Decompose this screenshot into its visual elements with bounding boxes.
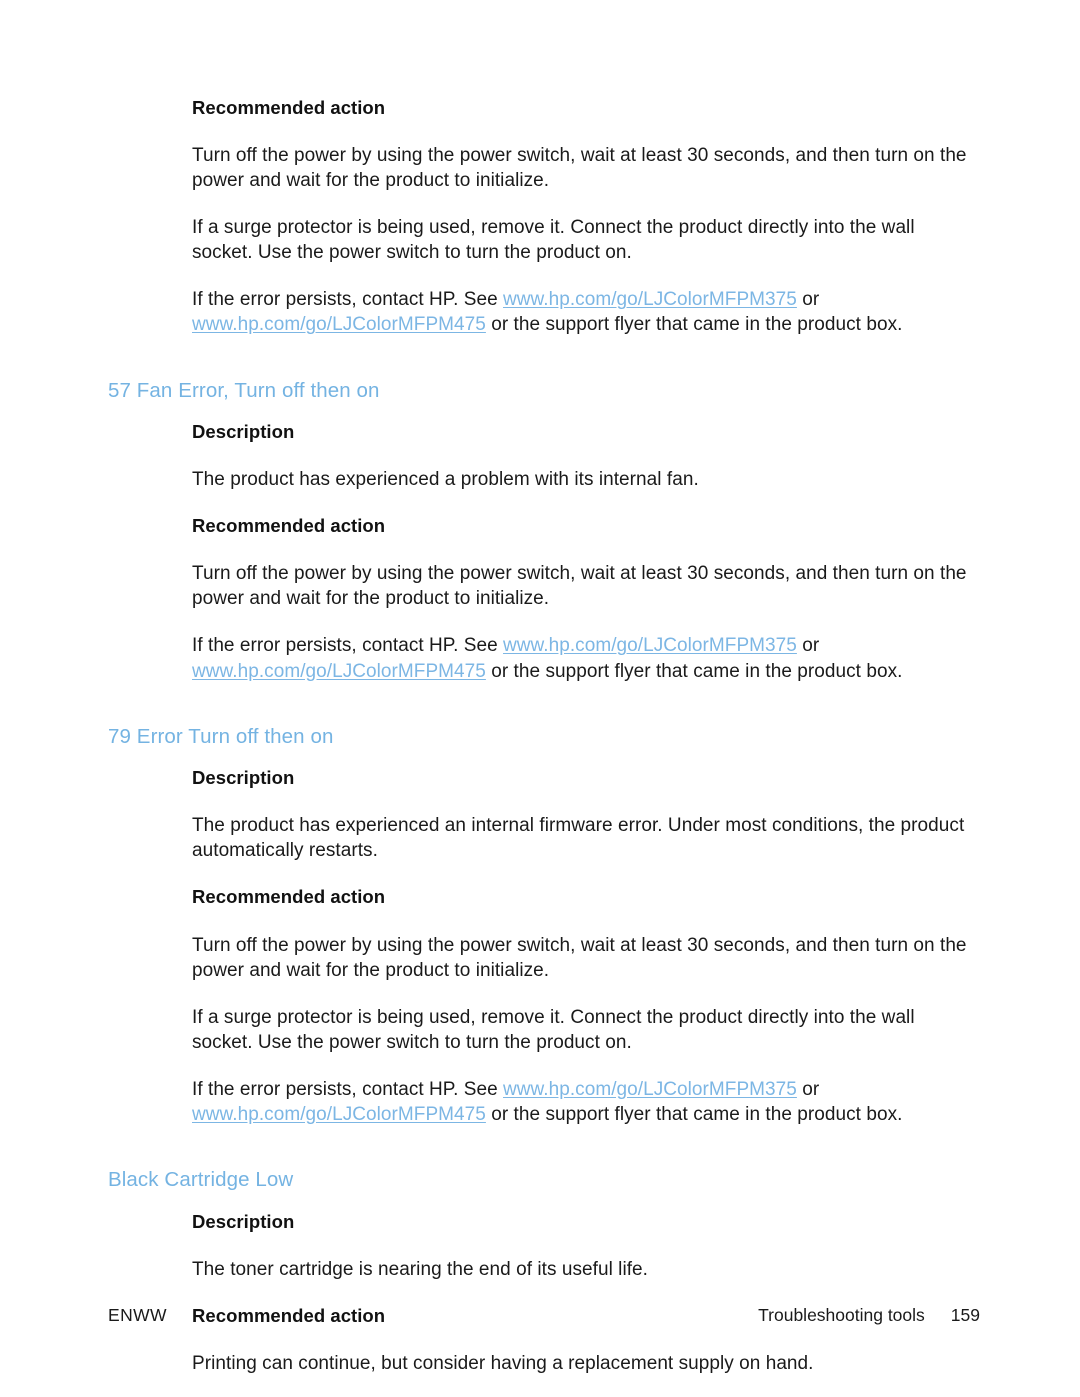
paragraph: The product has experienced an internal …	[192, 815, 965, 862]
footer-page-number: 159	[950, 1305, 980, 1325]
document-page: Recommended action Turn off the power by…	[0, 0, 1080, 1397]
support-link-m375[interactable]: www.hp.com/go/LJColorMFPM375	[503, 1079, 797, 1100]
recommended-action-heading: Recommended action	[192, 515, 386, 537]
paragraph: Printing can continue, but consider havi…	[192, 1352, 814, 1374]
footer-chapter-title: Troubleshooting tools	[758, 1305, 925, 1325]
paragraph-between: or	[796, 635, 820, 657]
paragraph: Turn off the power by using the power sw…	[192, 934, 967, 981]
paragraph: If a surge protector is being used, remo…	[192, 1006, 915, 1053]
paragraph: The toner cartridge is nearing the end o…	[192, 1258, 648, 1280]
support-link-m475[interactable]: www.hp.com/go/LJColorMFPM475	[192, 661, 486, 682]
support-link-m375[interactable]: www.hp.com/go/LJColorMFPM375	[503, 635, 797, 656]
paragraph-lead: If the error persists, contact HP. See	[192, 635, 504, 657]
section-heading-black-cartridge-low: Black Cartridge Low	[108, 1167, 294, 1191]
description-heading: Description	[192, 421, 295, 443]
paragraph-between: or	[796, 289, 820, 311]
recommended-action-heading: Recommended action	[192, 886, 386, 908]
footer-right-group: Troubleshooting tools 159	[758, 1305, 980, 1326]
paragraph: Turn off the power by using the power sw…	[192, 145, 967, 192]
description-heading: Description	[192, 767, 295, 789]
section-heading-57: 57 Fan Error, Turn off then on	[108, 378, 380, 402]
paragraph-tail: or the support flyer that came in the pr…	[485, 1103, 903, 1125]
section-79-body: Description The product has experienced …	[192, 766, 980, 1127]
paragraph-with-links: If the error persists, contact HP. See w…	[192, 287, 980, 337]
page-content: Recommended action Turn off the power by…	[108, 96, 980, 1376]
paragraph: If a surge protector is being used, remo…	[192, 217, 915, 264]
section-57-body: Description The product has experienced …	[192, 420, 980, 683]
support-link-m475[interactable]: www.hp.com/go/LJColorMFPM475	[192, 1104, 486, 1125]
section-79-error: 79 Error Turn off then on Description Th…	[108, 724, 980, 1127]
page-footer: ENWW Troubleshooting tools 159	[108, 1305, 980, 1331]
paragraph-tail: or the support flyer that came in the pr…	[485, 314, 903, 336]
paragraph-with-links: If the error persists, contact HP. See w…	[192, 1077, 980, 1127]
paragraph-lead: If the error persists, contact HP. See	[192, 1078, 504, 1100]
paragraph-lead: If the error persists, contact HP. See	[192, 289, 504, 311]
section-heading-79: 79 Error Turn off then on	[108, 724, 334, 748]
paragraph-with-links: If the error persists, contact HP. See w…	[192, 633, 980, 683]
section-continued-body: Recommended action Turn off the power by…	[192, 96, 980, 338]
support-link-m475[interactable]: www.hp.com/go/LJColorMFPM475	[192, 314, 486, 335]
paragraph: Turn off the power by using the power sw…	[192, 563, 967, 610]
recommended-action-heading: Recommended action	[192, 97, 386, 118]
description-heading: Description	[192, 1210, 295, 1232]
section-continued: Recommended action Turn off the power by…	[108, 96, 980, 338]
section-black-cartridge-low: Black Cartridge Low Description The tone…	[108, 1167, 980, 1376]
paragraph-tail: or the support flyer that came in the pr…	[485, 660, 903, 682]
footer-locale-label: ENWW	[108, 1305, 167, 1325]
paragraph-between: or	[796, 1078, 820, 1100]
support-link-m375[interactable]: www.hp.com/go/LJColorMFPM375	[503, 289, 797, 310]
section-black-cartridge-body: Description The toner cartridge is neari…	[192, 1210, 980, 1376]
section-57-fan-error: 57 Fan Error, Turn off then on Descripti…	[108, 378, 980, 684]
paragraph: The product has experienced a problem wi…	[192, 469, 699, 491]
